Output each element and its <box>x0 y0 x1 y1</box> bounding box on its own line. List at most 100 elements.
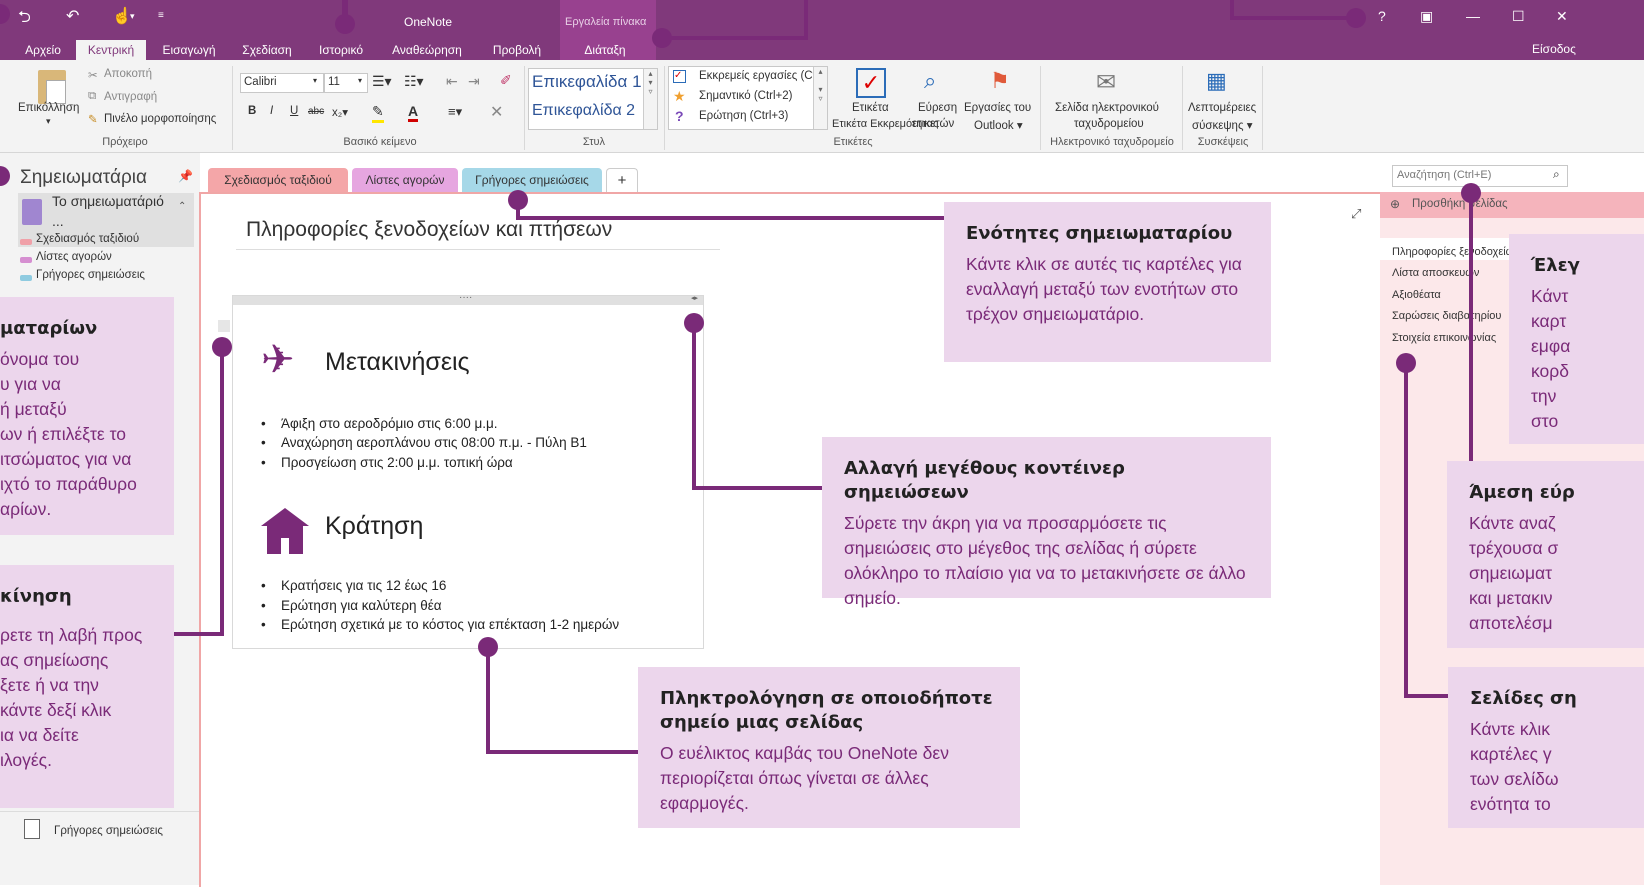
expand-icon[interactable]: ⤢ <box>1351 206 1361 222</box>
page-item[interactable]: Λίστα αποσκευών <box>1392 267 1479 279</box>
style-heading1[interactable]: Επικεφαλίδα 1 <box>532 72 642 92</box>
list-item[interactable]: Άφιξη στο αεροδρόμιο στις 6:00 μ.μ. <box>261 416 498 431</box>
add-page-bar[interactable]: ⊕ Προσθήκη σελίδας <box>1380 192 1644 218</box>
page-item[interactable]: Πληροφορίες ξενοδοχείων <box>1392 246 1520 258</box>
tags-gallery[interactable]: ✓ Εκκρεμείς εργασίες (Ctrl+1) ★ Σημαντικ… <box>668 66 828 130</box>
chevron-up-icon[interactable]: ⌃ <box>178 201 186 212</box>
todo-tag-icon[interactable]: ✓ <box>856 68 886 98</box>
tag-todo[interactable]: Εκκρεμείς εργασίες (Ctrl+1) <box>699 70 827 82</box>
nav-section-travel[interactable]: Σχεδιασμός ταξιδιού <box>36 233 139 245</box>
add-page-button[interactable]: Προσθήκη σελίδας <box>1412 198 1508 210</box>
list-item[interactable]: Προσγείωση στις 2:00 μ.μ. τοπική ώρα <box>261 455 513 470</box>
tab-layout[interactable]: Διάταξη <box>570 40 640 60</box>
travel-heading[interactable]: Μετακινήσεις <box>325 348 470 377</box>
callout-body: Ο ευέλικτος καμβάς του OneNote δεν περιο… <box>660 743 949 813</box>
note-container[interactable]: ···· ◂▸ ✈ Μετακινήσεις Άφιξη στο αεροδρό… <box>232 292 704 649</box>
bold-icon[interactable]: B <box>248 105 256 117</box>
app-title: OneNote <box>404 15 453 29</box>
list-item[interactable]: Αναχώρηση αεροπλάνου στις 08:00 π.μ. - Π… <box>261 435 587 450</box>
tag-question[interactable]: Ερώτηση (Ctrl+3) <box>699 110 788 122</box>
add-section-button[interactable]: + <box>606 168 638 193</box>
styles-gallery[interactable]: Επικεφαλίδα 1 Επικεφαλίδα 2 ▴ ▾ ▿ <box>528 68 658 130</box>
ribbon-display-icon[interactable]: ▣ <box>1420 8 1433 25</box>
email-icon[interactable]: ✉ <box>1096 68 1116 97</box>
maximize-icon[interactable]: ☐ <box>1512 8 1525 25</box>
booking-heading[interactable]: Κράτηση <box>325 512 423 541</box>
tab-section-travel[interactable]: Σχεδιασμός ταξιδιού <box>208 168 348 192</box>
pin-icon[interactable]: 📌 <box>178 169 193 183</box>
qat-customize-icon[interactable]: ≡ <box>158 10 164 21</box>
font-name-select[interactable]: Calibri ▾ <box>240 73 324 93</box>
back-icon[interactable]: ⮌ <box>18 6 31 33</box>
list-item[interactable]: Ερώτηση για καλύτερη θέα <box>261 598 442 613</box>
touch-mode-icon[interactable]: ☝ <box>112 6 132 26</box>
find-tags-button-line1[interactable]: Εύρεση <box>918 102 957 114</box>
page-title[interactable]: Πληροφορίες ξενοδοχείων και πτήσεων <box>246 218 612 242</box>
tab-section-shopping[interactable]: Λίστες αγορών <box>352 168 458 192</box>
outdent-icon[interactable]: ⇤ <box>446 73 458 90</box>
nav-section-shopping[interactable]: Λίστες αγορών <box>36 251 112 263</box>
search-input[interactable]: Αναζήτηση (Ctrl+E) ⌕ <box>1392 165 1568 187</box>
list-item[interactable]: Ερώτηση σχετικά με το κόστος για επέκτασ… <box>261 617 619 632</box>
undo-icon[interactable]: ↶ <box>66 6 79 26</box>
delete-icon[interactable]: ✕ <box>490 102 503 122</box>
find-tags-icon[interactable]: ⌕ <box>924 68 936 94</box>
paste-button[interactable]: Επικόλληση <box>18 102 79 114</box>
todo-tag-button-line1[interactable]: Ετικέτα <box>852 102 889 114</box>
subscript-icon[interactable]: x₂▾ <box>332 105 348 119</box>
tab-draw[interactable]: Σχεδίαση <box>234 40 300 60</box>
tab-section-quicknotes[interactable]: Γρήγορες σημειώσεις <box>462 168 602 192</box>
list-item[interactable]: Κρατήσεις για τις 12 έως 16 <box>261 578 446 593</box>
paragraph-handle[interactable] <box>218 320 230 332</box>
highlight-icon[interactable]: ✎ <box>372 103 384 123</box>
meeting-details-line1[interactable]: Λεπτομέρειες <box>1188 102 1256 114</box>
find-tags-button-line2[interactable]: ετικετών <box>912 118 954 130</box>
strikethrough-icon[interactable]: abc <box>308 106 324 117</box>
italic-icon[interactable]: I <box>270 105 273 117</box>
resize-arrows-icon[interactable]: ◂▸ <box>691 294 698 302</box>
copy-button[interactable]: Αντιγραφή <box>104 91 157 103</box>
ribbon: Επικόλληση ▾ ✂ Αποκοπή ⧉ Αντιγραφή ✎ Πιν… <box>0 60 1644 153</box>
page-item[interactable]: Αξιοθέατα <box>1392 289 1441 301</box>
numbering-icon[interactable]: ☷▾ <box>404 73 424 90</box>
email-page-line1[interactable]: Σελίδα ηλεκτρονικού <box>1055 102 1159 114</box>
tab-insert[interactable]: Εισαγωγή <box>154 40 224 60</box>
flag-icon[interactable]: ⚑ <box>990 68 1010 94</box>
style-heading2[interactable]: Επικεφαλίδα 2 <box>532 102 635 120</box>
quick-notes-link[interactable]: Γρήγορες σημειώσεις <box>54 825 163 837</box>
gallery-scroll[interactable]: ▴ ▾ ▿ <box>643 69 657 129</box>
tab-review[interactable]: Αναθεώρηση <box>384 40 470 60</box>
outlook-tasks-button-line2[interactable]: Outlook ▾ <box>974 118 1023 132</box>
sign-in-link[interactable]: Είσοδος <box>1532 42 1576 56</box>
email-page-line2[interactable]: ταχυδρομείου <box>1074 118 1144 130</box>
underline-icon[interactable]: U <box>290 105 298 117</box>
notebook-name: Το σημειωματάριό ... <box>52 193 164 229</box>
tab-history[interactable]: Ιστορικό <box>310 40 372 60</box>
search-icon[interactable]: ⌕ <box>1553 167 1560 182</box>
bullets-icon[interactable]: ☰▾ <box>372 73 392 90</box>
font-size-select[interactable]: 11 ▾ <box>324 73 368 93</box>
nav-section-quicknotes[interactable]: Γρήγορες σημειώσεις <box>36 269 145 281</box>
outlook-tasks-button-line1[interactable]: Εργασίες του <box>964 102 1031 114</box>
meeting-icon[interactable]: ▦ <box>1206 68 1227 94</box>
clear-format-icon[interactable]: ✐ <box>500 72 512 89</box>
page-item[interactable]: Σαρώσεις διαβατηρίου <box>1392 310 1501 322</box>
tab-home[interactable]: Κεντρική <box>76 40 146 60</box>
font-color-icon[interactable]: A <box>408 103 419 122</box>
tab-view[interactable]: Προβολή <box>482 40 552 60</box>
gallery-scroll[interactable]: ▴ ▾ ▿ <box>813 67 827 129</box>
cut-button[interactable]: Αποκοπή <box>104 68 152 80</box>
qat-dropdown-icon[interactable]: ▾ <box>130 11 135 22</box>
format-painter-button[interactable]: Πινέλο μορφοποίησης <box>104 113 216 125</box>
minimize-icon[interactable]: — <box>1466 8 1480 24</box>
close-icon[interactable]: ✕ <box>1556 8 1568 25</box>
indent-icon[interactable]: ⇥ <box>468 73 480 90</box>
tag-important[interactable]: Σημαντικό (Ctrl+2) <box>699 90 792 102</box>
meeting-details-line2[interactable]: σύσκεψης ▾ <box>1192 118 1252 132</box>
align-icon[interactable]: ≡▾ <box>448 104 462 120</box>
tab-file[interactable]: Αρχείο <box>16 40 70 60</box>
help-button[interactable]: ? <box>1378 8 1386 24</box>
paste-dropdown-icon[interactable]: ▾ <box>46 116 51 127</box>
paste-icon[interactable] <box>38 70 66 104</box>
page-item[interactable]: Στοιχεία επικοινωνίας <box>1392 332 1496 344</box>
